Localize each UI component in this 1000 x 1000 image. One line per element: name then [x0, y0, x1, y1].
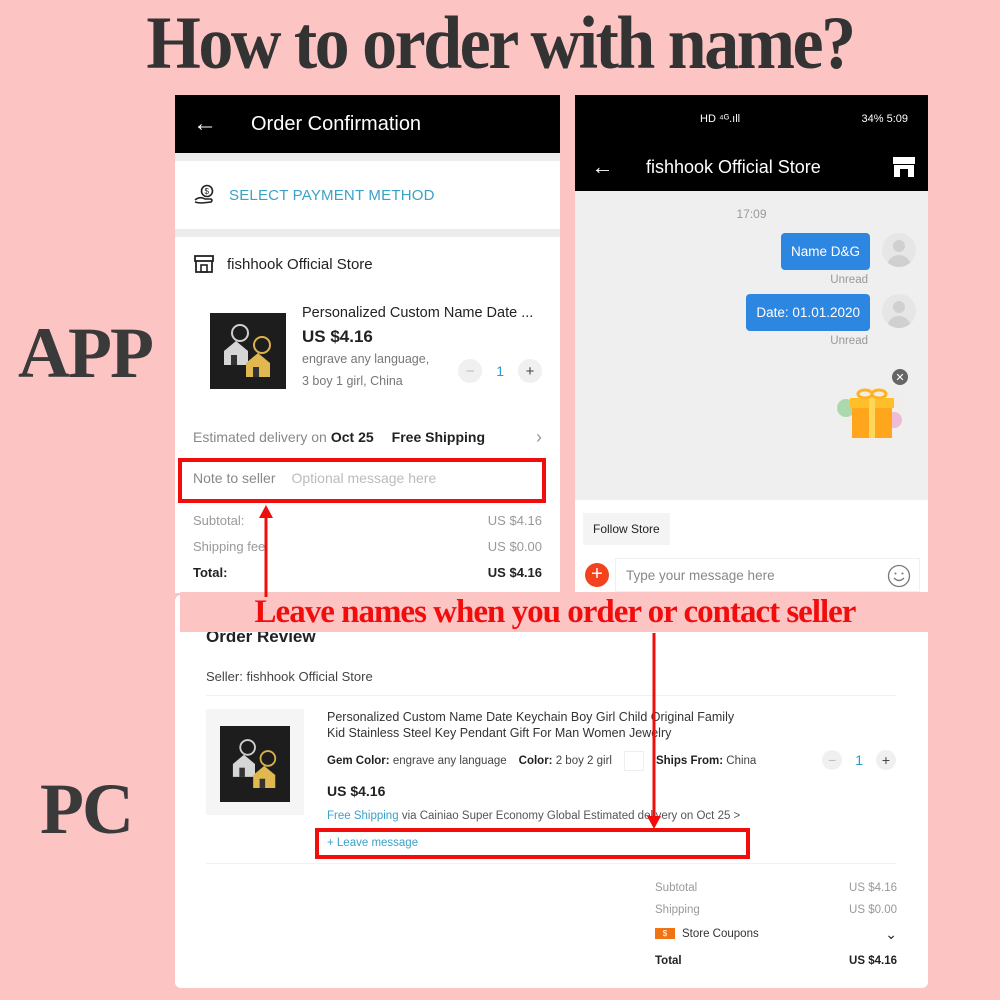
product-item: Personalized Custom Name Date ... US $4.…	[175, 291, 560, 417]
attr-gem-color: Gem Color: engrave any language	[327, 755, 507, 767]
product-image-frame	[206, 709, 304, 815]
summary-row-shipping: Shipping US $0.00	[655, 904, 897, 916]
chat-message: Name D&G	[575, 233, 916, 270]
close-icon[interactable]: ✕	[892, 369, 908, 385]
quantity-value: 1	[855, 752, 863, 768]
product-price: US $4.16	[302, 327, 373, 346]
page-title: How to order with name?	[146, 1, 856, 86]
app-header: ← Order Confirmation	[175, 95, 560, 153]
shipping-info[interactable]: Free Shipping via Cainiao Super Economy …	[327, 810, 740, 822]
delivery-row[interactable]: Estimated delivery on Oct 25 Free Shippi…	[175, 417, 560, 457]
back-arrow-icon[interactable]: ←	[175, 110, 235, 138]
app-order-screen: ← Order Confirmation $ SELECT PAYMENT ME…	[175, 95, 560, 593]
summary-row-subtotal: Subtotal: US $4.16	[193, 513, 542, 528]
avatar	[882, 294, 916, 328]
order-summary: Subtotal: US $4.16 Shipping fee US $0.00 T…	[175, 499, 560, 591]
message-status: Unread	[830, 274, 868, 286]
highlight-note-to-seller	[178, 458, 546, 503]
instruction-caption: Leave names when you order or contact se…	[180, 592, 930, 632]
product-image[interactable]	[210, 313, 286, 389]
quantity-value: 1	[496, 363, 504, 379]
quantity-stepper: − 1 +	[458, 359, 542, 383]
chat-title: fishhook Official Store	[646, 156, 821, 177]
free-shipping-label: Free Shipping	[327, 810, 399, 822]
decrease-quantity-button[interactable]: −	[822, 750, 843, 770]
select-payment-method-row[interactable]: $ SELECT PAYMENT METHOD	[175, 161, 560, 229]
payment-method-label: SELECT PAYMENT METHOD	[229, 186, 435, 204]
keychain-image-icon	[232, 739, 277, 788]
summary-row-total: Total: US $4.16	[193, 565, 542, 580]
store-icon	[194, 255, 214, 273]
pc-order-review: Order Review Seller: fishhook Official S…	[175, 595, 928, 988]
quantity-stepper: − 1 +	[822, 750, 896, 770]
battery-time: 34% 5:09	[861, 113, 908, 125]
product-price: US $4.16	[327, 783, 386, 799]
delivery-date: Oct 25	[330, 429, 374, 445]
avatar	[882, 233, 916, 267]
chat-screen: HD ⁴ᴳ.ıll 34% 5:09 ← fishhook Official S…	[575, 95, 928, 593]
product-attributes: Gem Color: engrave any language Color: 2…	[327, 751, 756, 771]
store-coupons-label: Store Coupons	[682, 928, 759, 940]
message-status: Unread	[830, 335, 868, 347]
decrease-quantity-button[interactable]: −	[458, 359, 483, 383]
product-name[interactable]: Personalized Custom Name Date ...	[302, 305, 533, 321]
divider	[206, 863, 896, 864]
follow-store-button[interactable]: Follow Store	[583, 513, 670, 545]
highlight-leave-message	[315, 828, 750, 859]
emoji-icon[interactable]	[887, 564, 911, 588]
chat-input-bar: Follow Store + Type your message here	[575, 500, 928, 593]
sku-thumbnail	[623, 751, 644, 771]
chevron-right-icon: ›	[536, 426, 542, 447]
attr-ships-from: Ships From: China	[655, 755, 757, 767]
payment-hand-icon: $	[194, 184, 214, 204]
chat-message: Date: 01.01.2020	[575, 294, 916, 331]
keychain-image-icon	[224, 324, 271, 377]
store-coupons-row[interactable]: $ Store Coupons ⌄	[655, 921, 897, 947]
chat-timestamp: 17:09	[736, 207, 767, 221]
seller-name[interactable]: Seller: fishhook Official Store	[206, 669, 373, 684]
store-icon[interactable]	[892, 156, 916, 178]
back-arrow-icon[interactable]: ←	[575, 154, 630, 180]
message-input-placeholder: Type your message here	[626, 567, 775, 583]
chevron-down-icon[interactable]: ⌄	[885, 926, 897, 943]
summary-row-total: Total US $4.16	[655, 955, 897, 967]
coupon-icon: $	[655, 928, 675, 940]
attr-color: Color: 2 boy 2 girl	[518, 755, 612, 767]
message-bubble[interactable]: Date: 01.01.2020	[746, 294, 870, 331]
increase-quantity-button[interactable]: +	[518, 359, 542, 383]
pc-label: PC	[40, 769, 134, 849]
svg-text:$: $	[205, 187, 210, 196]
app-label: APP	[18, 313, 154, 393]
status-bar: HD ⁴ᴳ.ıll 34% 5:09	[575, 95, 928, 143]
shipping-detail: via Cainiao Super Economy Global Estimat…	[401, 810, 741, 822]
summary-row-shipping: Shipping fee US $0.00	[193, 539, 542, 554]
increase-quantity-button[interactable]: +	[876, 750, 896, 770]
product-image[interactable]	[220, 726, 290, 802]
message-input[interactable]: Type your message here	[615, 558, 920, 592]
product-name[interactable]: Personalized Custom Name Date Keychain B…	[327, 709, 747, 741]
delivery-prefix: Estimated delivery on	[193, 429, 327, 445]
add-attachment-button[interactable]: +	[585, 563, 609, 587]
header-title: Order Confirmation	[251, 112, 422, 135]
divider	[206, 695, 896, 696]
shipping-method: Free Shipping	[391, 429, 485, 445]
store-row[interactable]: fishhook Official Store	[175, 237, 560, 291]
message-bubble[interactable]: Name D&G	[780, 233, 870, 270]
signal-icons: HD ⁴ᴳ.ıll	[700, 113, 741, 125]
order-summary: Subtotal US $4.16 Shipping US $0.00 $ Store…	[655, 877, 897, 972]
store-name: fishhook Official Store	[227, 255, 373, 273]
summary-row-subtotal: Subtotal US $4.16	[655, 882, 897, 894]
chat-header: ← fishhook Official Store	[575, 143, 928, 191]
